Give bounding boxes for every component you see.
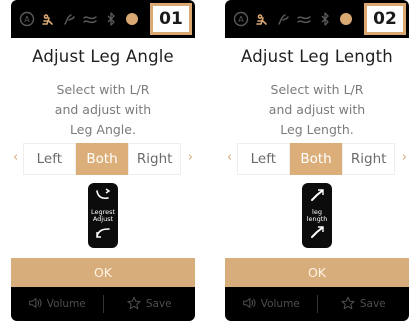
svg-text:A: A	[238, 15, 244, 24]
option-left[interactable]: Left	[237, 143, 290, 175]
volume-label: Volume	[46, 298, 86, 310]
volume-button[interactable]: Volume	[11, 296, 103, 313]
star-icon	[127, 296, 141, 313]
volume-button[interactable]: Volume	[225, 296, 317, 313]
badge-label: leg length	[306, 207, 328, 223]
legrest-down-icon	[94, 224, 112, 244]
leg-extend-icon	[308, 187, 326, 207]
massage-chair-icon[interactable]	[38, 9, 58, 29]
volume-icon	[242, 296, 256, 313]
chevron-left-icon[interactable]: ‹	[227, 150, 232, 165]
adjust-dialog: Adjust Leg Length Select with L/R and ad…	[225, 38, 409, 287]
leg-extend-icon	[308, 224, 326, 244]
svg-text:A: A	[24, 15, 30, 24]
wave-icon[interactable]	[294, 9, 314, 29]
save-label: Save	[145, 298, 172, 310]
save-button[interactable]: Save	[104, 296, 196, 313]
volume-icon	[28, 296, 42, 313]
chevron-left-icon[interactable]: ‹	[13, 150, 18, 165]
option-both[interactable]: Both	[75, 143, 129, 175]
chevron-right-icon[interactable]: ›	[402, 150, 407, 165]
power-icon[interactable]: A	[231, 9, 251, 29]
device-screen: A 01 Adjust Leg Angle Select with L/R an…	[11, 0, 195, 321]
screen-number-badge: 02	[364, 3, 406, 35]
leg-control-badge[interactable]: leg length	[302, 183, 332, 248]
dialog-instruction: Select with L/R and adjust with Leg Angl…	[54, 82, 152, 137]
bottom-bar: Volume Save	[225, 287, 409, 321]
legrest-up-icon	[94, 187, 112, 207]
option-right[interactable]: Right	[342, 143, 396, 175]
star-icon	[341, 296, 355, 313]
option-both[interactable]: Both	[289, 143, 343, 175]
chevron-right-icon[interactable]: ›	[188, 150, 193, 165]
volume-label: Volume	[260, 298, 300, 310]
save-button[interactable]: Save	[318, 296, 410, 313]
side-selector: Left Both Right	[23, 143, 182, 175]
ok-button[interactable]: OK	[11, 258, 195, 287]
screen-number-badge: 01	[150, 3, 192, 35]
leg-massage-icon[interactable]	[336, 9, 356, 29]
adjust-dialog: Adjust Leg Angle Select with L/R and adj…	[11, 38, 195, 287]
badge-label: Legrest Adjust	[90, 207, 116, 223]
dialog-title: Adjust Leg Length	[241, 47, 393, 66]
power-icon[interactable]: A	[17, 9, 37, 29]
leg-control-badge[interactable]: Legrest Adjust	[88, 183, 118, 248]
device-screen: A 02 Adjust Leg Length Select with L/R a…	[225, 0, 409, 321]
option-right[interactable]: Right	[128, 143, 182, 175]
side-selector: Left Both Right	[237, 143, 396, 175]
dialog-title: Adjust Leg Angle	[32, 47, 174, 66]
option-left[interactable]: Left	[23, 143, 76, 175]
bottom-bar: Volume Save	[11, 287, 195, 321]
ok-button[interactable]: OK	[225, 258, 409, 287]
shoulder-icon[interactable]	[273, 9, 293, 29]
dialog-instruction: Select with L/R and adjust with Leg Leng…	[268, 82, 366, 137]
massage-chair-icon[interactable]	[252, 9, 272, 29]
leg-massage-icon[interactable]	[122, 9, 142, 29]
shoulder-icon[interactable]	[59, 9, 79, 29]
save-label: Save	[359, 298, 386, 310]
bluetooth-icon[interactable]	[101, 9, 121, 29]
bluetooth-icon[interactable]	[315, 9, 335, 29]
wave-icon[interactable]	[80, 9, 100, 29]
